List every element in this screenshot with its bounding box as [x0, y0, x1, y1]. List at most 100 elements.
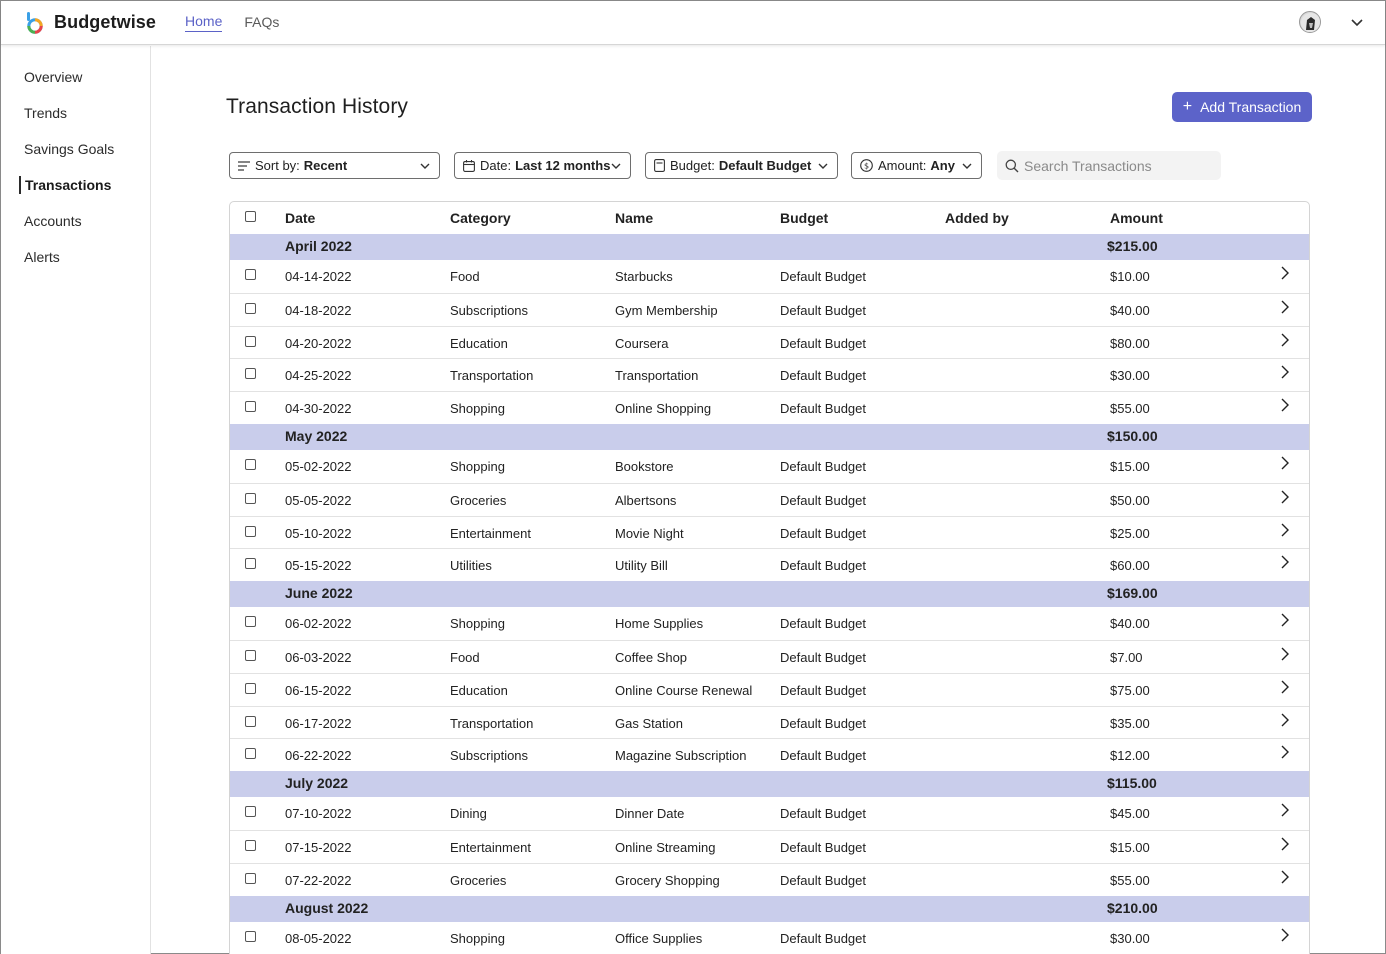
chevron-right-icon[interactable]	[1280, 523, 1290, 537]
nav-faqs[interactable]: FAQs	[244, 14, 279, 32]
cell-amount: $45.00	[1110, 806, 1150, 822]
row-checkbox[interactable]	[245, 368, 256, 380]
chevron-right-icon[interactable]	[1280, 555, 1290, 569]
row-checkbox[interactable]	[245, 401, 256, 413]
user-avatar[interactable]	[1299, 11, 1321, 33]
row-checkbox[interactable]	[245, 650, 256, 661]
table-row[interactable]: 05-05-2022 Groceries Albertsons Default Bud…	[230, 482, 1309, 516]
cell-name: Gym Membership	[615, 302, 718, 318]
table-row[interactable]: 08-05-2022 Shopping Office Supplies Default…	[230, 922, 1309, 954]
table-row[interactable]: 06-22-2022 Subscriptions Magazine Subscrip…	[230, 738, 1309, 771]
chevron-right-icon[interactable]	[1280, 647, 1290, 661]
column-header-budget[interactable]: Budget	[780, 210, 828, 226]
cell-budget: Default Budget	[780, 840, 867, 855]
row-checkbox[interactable]	[245, 616, 256, 628]
logo[interactable]: Budgetwise	[25, 11, 157, 34]
sidebar-item-transactions[interactable]: Transactions	[25, 177, 111, 193]
table-row[interactable]: 06-17-2022 Transportation Gas Station Defau…	[230, 705, 1309, 739]
sort-by-dropdown[interactable]: Sort by: Recent	[229, 152, 440, 179]
row-checkbox[interactable]	[245, 302, 256, 314]
column-header-name[interactable]: Name	[615, 210, 653, 226]
row-checkbox[interactable]	[245, 806, 256, 818]
chevron-right-icon[interactable]	[1280, 870, 1290, 884]
sidebar-item-alerts[interactable]: Alerts	[24, 249, 60, 265]
budget-value: Default Budget	[718, 158, 812, 173]
chevron-right-icon[interactable]	[1280, 803, 1290, 817]
cell-name: Online Shopping	[615, 401, 712, 417]
row-checkbox[interactable]	[245, 715, 256, 727]
cell-category: Education	[450, 335, 508, 351]
sort-value: Recent	[303, 158, 348, 173]
column-header-amount[interactable]: Amount	[1110, 210, 1163, 226]
sidebar-item-savings-goals[interactable]: Savings Goals	[24, 141, 114, 157]
chevron-right-icon[interactable]	[1280, 680, 1290, 694]
chevron-right-icon[interactable]	[1280, 300, 1290, 314]
date-dropdown[interactable]: Date: Last 12 months	[454, 152, 631, 179]
sidebar-item-overview[interactable]: Overview	[24, 69, 82, 85]
search-box[interactable]	[997, 151, 1221, 180]
row-checkbox[interactable]	[245, 840, 256, 851]
add-transaction-button[interactable]: + Add Transaction	[1172, 92, 1312, 122]
chevron-right-icon[interactable]	[1280, 713, 1290, 727]
nav-home[interactable]: Home	[185, 13, 223, 32]
table-row[interactable]: 07-22-2022 Groceries Grocery Shopping Defau…	[230, 862, 1309, 896]
cell-amount: $25.00	[1110, 525, 1150, 541]
table-row[interactable]: 06-03-2022 Food Coffee Shop Default Budget $…	[230, 640, 1309, 673]
table-row[interactable]: 05-02-2022 Shopping Bookstore Default Budge…	[230, 450, 1309, 483]
table-row[interactable]: 04-25-2022 Transportation Transportation De…	[230, 358, 1309, 391]
chevron-right-icon[interactable]	[1280, 333, 1290, 347]
table-row[interactable]: 04-18-2022 Subscriptions Gym Membership Def…	[230, 292, 1309, 326]
select-all-checkbox[interactable]	[245, 211, 256, 222]
chevron-right-icon[interactable]	[1280, 613, 1290, 627]
row-checkbox[interactable]	[245, 682, 256, 694]
cell-category: Entertainment	[450, 840, 531, 855]
cell-budget: Default Budget	[780, 492, 867, 508]
chevron-right-icon[interactable]	[1280, 266, 1290, 280]
table-row[interactable]: 05-10-2022 Entertainment Movie Night Defaul…	[230, 515, 1309, 549]
row-checkbox[interactable]	[245, 525, 256, 537]
column-header-added-by[interactable]: Added by	[945, 210, 1009, 226]
chevron-right-icon[interactable]	[1280, 745, 1290, 759]
budget-dropdown[interactable]: Budget: Default Budget	[645, 152, 838, 179]
table-row[interactable]: 07-10-2022 Dining Dinner Date Default Budge…	[230, 797, 1309, 830]
table-row[interactable]: 04-20-2022 Education Coursera Default Budge…	[230, 325, 1309, 359]
cell-budget: Default Budget	[780, 930, 867, 946]
row-checkbox[interactable]	[245, 459, 256, 470]
cell-budget: Default Budget	[780, 558, 867, 574]
row-checkbox[interactable]	[245, 335, 256, 347]
row-checkbox[interactable]	[245, 558, 256, 570]
sidebar-item-trends[interactable]: Trends	[24, 105, 67, 121]
table-row[interactable]: 06-15-2022 Education Online Course Renewal…	[230, 672, 1309, 706]
row-checkbox[interactable]	[245, 269, 256, 280]
table-row[interactable]: 06-02-2022 Shopping Home Supplies Default B…	[230, 607, 1309, 640]
search-input[interactable]	[1024, 157, 1214, 174]
account-menu-chevron-down-icon[interactable]	[1349, 14, 1365, 30]
column-header-date[interactable]: Date	[285, 210, 315, 226]
column-header-category[interactable]: Category	[450, 210, 511, 226]
cell-amount: $7.00	[1110, 650, 1143, 665]
table-row[interactable]: 04-30-2022 Shopping Online Shopping Default…	[230, 391, 1309, 424]
row-checkbox[interactable]	[245, 930, 256, 942]
cell-name: Transportation	[615, 368, 699, 384]
row-checkbox[interactable]	[245, 748, 256, 760]
add-transaction-label: Add Transaction	[1200, 99, 1302, 115]
table-row[interactable]: 04-14-2022 Food Starbucks Default Budget $10…	[230, 260, 1309, 293]
table-row[interactable]: 07-15-2022 Entertainment Online Streaming D…	[230, 830, 1309, 863]
cell-category: Entertainment	[450, 525, 531, 541]
chevron-right-icon[interactable]	[1280, 456, 1290, 470]
chevron-down-icon	[420, 163, 430, 169]
row-checkbox[interactable]	[245, 872, 256, 884]
chevron-right-icon[interactable]	[1280, 928, 1290, 942]
chevron-right-icon[interactable]	[1280, 398, 1290, 412]
transactions-table: Date Category Name Budget Added by Amoun…	[229, 201, 1310, 954]
sort-lines-icon	[238, 160, 250, 171]
sidebar-item-accounts[interactable]: Accounts	[24, 213, 82, 229]
amount-dropdown[interactable]: $ Amount: Any	[851, 152, 982, 179]
chevron-right-icon[interactable]	[1280, 490, 1290, 504]
table-row[interactable]: 05-15-2022 Utilities Utility Bill Default B…	[230, 548, 1309, 581]
row-checkbox[interactable]	[245, 492, 256, 504]
chevron-right-icon[interactable]	[1280, 365, 1290, 379]
chevron-right-icon[interactable]	[1280, 837, 1290, 851]
app-name: Budgetwise	[54, 12, 157, 32]
cell-date: 05-15-2022	[285, 558, 352, 574]
